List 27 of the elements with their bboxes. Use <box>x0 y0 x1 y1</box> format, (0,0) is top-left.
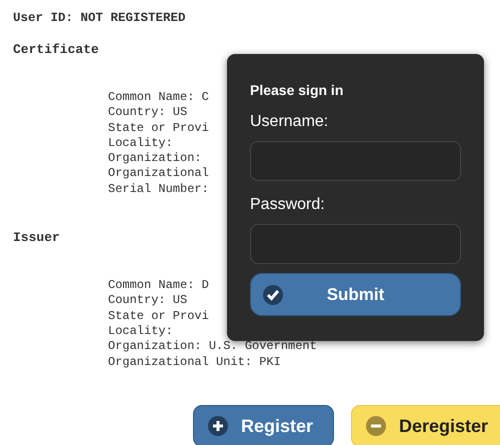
minus-circle-icon <box>366 416 386 436</box>
field-line: State or Provi <box>108 120 209 136</box>
register-button[interactable]: Register <box>193 405 334 445</box>
plus-circle-icon <box>208 416 228 436</box>
field-line: Locality: <box>108 324 173 340</box>
input-field[interactable] <box>250 141 461 181</box>
submit-button[interactable]: Submit <box>250 273 461 316</box>
check-circle-icon <box>263 284 283 304</box>
user-id-text: User ID: NOT REGISTERED <box>12 10 187 25</box>
field-label: Username: <box>250 112 330 132</box>
field-line: Country: US <box>108 105 188 121</box>
field-line: Organizational <box>108 166 209 182</box>
input-field[interactable] <box>250 224 461 264</box>
field-line: Organization: U.S. Government <box>108 339 317 355</box>
deregister-button[interactable]: Deregister <box>351 405 500 445</box>
section-heading: Issuer <box>12 231 61 246</box>
field-line: Country: US <box>108 293 188 309</box>
field-line: State or Provi <box>108 308 209 324</box>
field-line: Common Name: D <box>108 278 209 294</box>
popup-title: Please sign in <box>250 82 344 98</box>
field-line: Organizational Unit: PKI <box>108 354 281 370</box>
field-line: Common Name: C <box>108 90 209 106</box>
section-heading: Certificate <box>12 43 100 57</box>
field-line: Serial Number: <box>108 182 209 198</box>
field-label: Password: <box>250 195 326 215</box>
field-line: Locality: <box>108 136 173 152</box>
field-line: Organization: <box>108 151 202 166</box>
